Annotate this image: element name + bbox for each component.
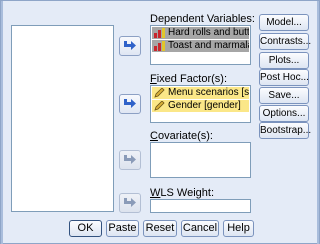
source-variable-list[interactable] — [11, 25, 114, 212]
covariates-box[interactable] — [150, 142, 251, 178]
post-hoc-button[interactable]: Post Hoc... — [259, 69, 309, 86]
ruler-bar-icon — [154, 28, 165, 38]
wls-weight-field[interactable] — [150, 199, 251, 213]
dependent-item-2[interactable]: Toast and marmala... — [152, 40, 249, 52]
save-button[interactable]: Save... — [259, 87, 309, 104]
paste-button[interactable]: Paste — [106, 220, 139, 237]
arrow-right-icon — [124, 198, 136, 207]
fixed-item-2[interactable]: Gender [gender] — [152, 100, 249, 112]
contrasts-button[interactable]: Contrasts... — [259, 33, 311, 50]
ok-button[interactable]: OK — [69, 220, 102, 237]
dependent-item-1-label: Hard rolls and butte... — [168, 27, 249, 38]
model-button[interactable]: Model... — [259, 14, 309, 31]
dependent-variables-box[interactable]: Hard rolls and butte... Toast and marmal… — [150, 25, 251, 65]
arrow-right-icon — [124, 41, 136, 50]
move-to-fixed-factor-button[interactable] — [119, 94, 141, 114]
window-frame-left — [1, 1, 3, 244]
move-to-dependent-button[interactable] — [119, 36, 141, 56]
ruler-bar-icon — [154, 41, 165, 51]
help-button[interactable]: Help — [223, 220, 254, 237]
pencil-icon — [154, 101, 165, 111]
fixed-item-1[interactable]: Menu scenarios [src... — [152, 87, 249, 99]
dependent-item-2-label: Toast and marmala... — [168, 40, 249, 51]
fixed-item-1-label: Menu scenarios [src... — [168, 87, 249, 98]
plots-button[interactable]: Plots... — [259, 52, 309, 69]
fixed-factors-box[interactable]: Menu scenarios [src... Gender [gender] — [150, 85, 251, 123]
fixed-factors-label: Fixed Factor(s): — [150, 73, 228, 85]
dependent-item-1[interactable]: Hard rolls and butte... — [152, 27, 249, 39]
arrow-right-icon — [124, 99, 136, 108]
move-to-covariate-button[interactable] — [119, 150, 141, 170]
univariate-dialog: Dependent Variables: Hard rolls and butt… — [0, 0, 320, 244]
window-frame-right — [317, 1, 319, 244]
arrow-right-icon — [124, 155, 136, 164]
dependent-variables-label: Dependent Variables: — [150, 13, 255, 25]
reset-button[interactable]: Reset — [143, 220, 177, 237]
pencil-icon — [154, 88, 165, 98]
wls-weight-label: WLS Weight: — [150, 187, 214, 199]
fixed-item-2-label: Gender [gender] — [168, 100, 241, 111]
move-to-wls-weight-button[interactable] — [119, 193, 141, 213]
covariates-label: Covariate(s): — [150, 130, 213, 142]
bootstrap-button[interactable]: Bootstrap... — [259, 122, 311, 139]
options-button[interactable]: Options... — [259, 105, 309, 122]
cancel-button[interactable]: Cancel — [181, 220, 219, 237]
